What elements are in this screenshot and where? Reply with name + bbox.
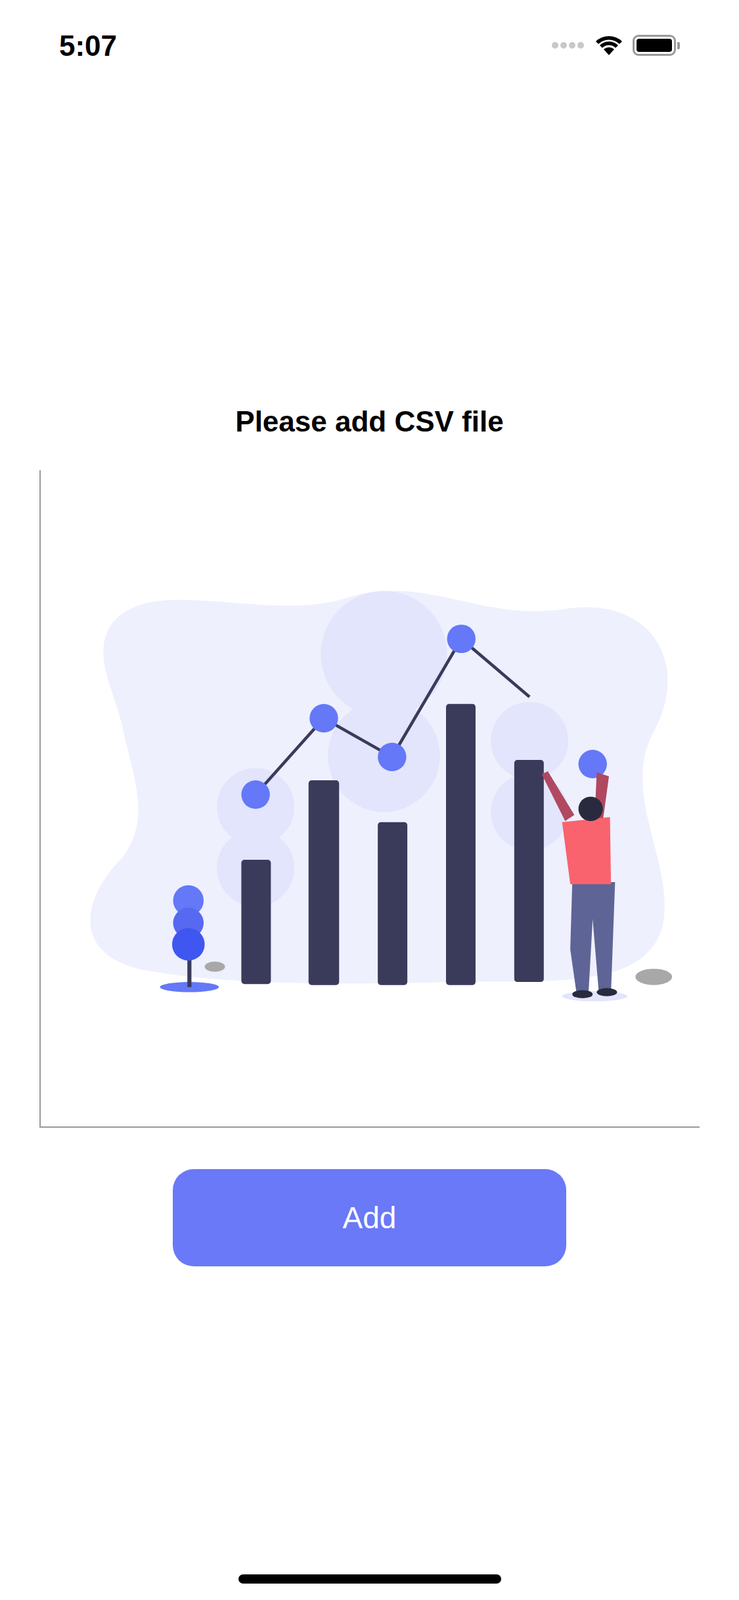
battery-icon [632, 34, 680, 56]
status-time: 5:07 [59, 28, 117, 64]
chart-illustration-icon [40, 470, 700, 1128]
illustration-frame [39, 470, 700, 1128]
page-title: Please add CSV file [0, 403, 739, 441]
status-icons [551, 28, 680, 57]
status-bar: 5:07 [0, 0, 739, 87]
home-indicator [238, 1574, 502, 1584]
wifi-icon [594, 34, 624, 57]
battery-fill [636, 38, 672, 52]
add-button[interactable]: Add [172, 1169, 567, 1267]
signal-icon [551, 40, 586, 50]
